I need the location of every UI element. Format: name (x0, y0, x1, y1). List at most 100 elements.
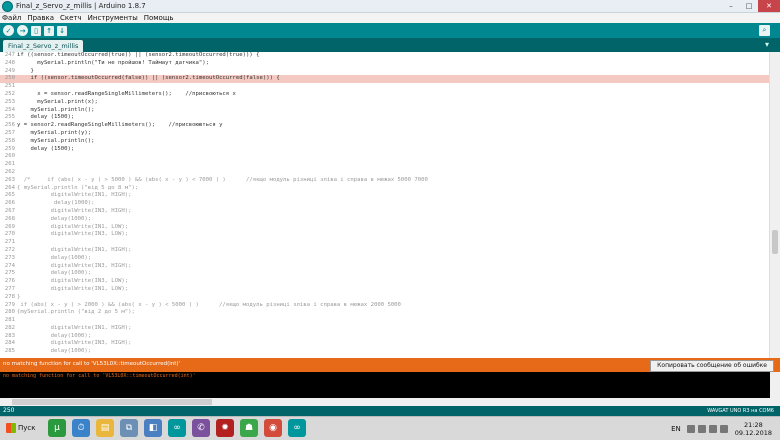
editor-scroll-thumb[interactable] (772, 230, 778, 254)
console-output[interactable]: no matching function for call to 'VL53L0… (0, 372, 770, 398)
code-text: digitalWrite(IN1, HIGH); (17, 324, 132, 331)
tab-sketch[interactable]: Final_z_Servo_z_millis (3, 40, 84, 52)
network-icon[interactable]: ⧉ (120, 419, 138, 437)
arduino-icon[interactable]: ∞ (168, 419, 186, 437)
copy-error-button[interactable]: Копировать сообщение об ошибке (650, 360, 774, 372)
viber-icon[interactable]: ✆ (192, 419, 210, 437)
console-scrollbar[interactable] (770, 372, 780, 398)
board-status: WAVGAT UNO R3 на COM6 (707, 408, 774, 414)
code-line[interactable]: 248 mySerial.println("Ти не пройшов! Тай… (0, 60, 770, 68)
minimize-button[interactable]: – (722, 0, 740, 12)
start-label: Пуск (18, 424, 36, 432)
menu-sketch[interactable]: Скетч (60, 14, 82, 22)
line-number: 278 (4, 293, 15, 300)
code-line[interactable]: 251 (0, 83, 770, 91)
code-line[interactable]: 267 digitalWrite(IN3, HIGH); (0, 208, 770, 216)
editor-scrollbar[interactable] (769, 52, 780, 358)
code-line[interactable]: 263 /* if (abs( x - y ) > 5000 ) && (abs… (0, 177, 770, 185)
flag-icon[interactable] (697, 424, 706, 433)
horizontal-scrollbar[interactable] (0, 398, 780, 406)
clock-time: 21:28 (744, 420, 763, 429)
clock[interactable]: 21:28 09.12.2018 (735, 421, 772, 437)
menu-help[interactable]: Помощь (144, 14, 174, 22)
code-line[interactable]: 257 mySerial.print(y); (0, 130, 770, 138)
code-line[interactable]: 269 digitalWrite(IN1, LOW); (0, 224, 770, 232)
code-line[interactable]: 278} (0, 294, 770, 302)
line-number: 265 (4, 192, 15, 199)
code-line[interactable]: 273 delay(1000); (0, 255, 770, 263)
code-line[interactable]: 259 delay (1500); (0, 146, 770, 154)
code-line[interactable]: 285 delay(1000); (0, 348, 770, 356)
code-line[interactable]: 280 {mySerial.println ("від 2 до 5 м"); (0, 309, 770, 317)
code-text: delay(1000); (17, 254, 92, 261)
horizontal-scroll-thumb[interactable] (12, 399, 212, 405)
language-indicator[interactable]: EN (671, 425, 681, 433)
code-line[interactable]: 266 delay(1000); (0, 200, 770, 208)
code-line[interactable]: 264{ mySerial.println ("від 5 до 8 м"); (0, 185, 770, 193)
line-number: 254 (4, 106, 15, 113)
code-line[interactable]: 256 y = sensor2.readRangeSingleMillimeter… (0, 122, 770, 130)
code-line[interactable]: 260 (0, 153, 770, 161)
close-button[interactable]: ✕ (758, 0, 780, 12)
tray-icon[interactable] (686, 424, 695, 433)
upload-button[interactable]: → (17, 25, 28, 36)
line-number: 275 (4, 270, 15, 277)
utorrent-icon[interactable]: µ (48, 419, 66, 437)
code-line[interactable]: 253 mySerial.print(x); (0, 99, 770, 107)
code-text: mySerial.print(y); (17, 129, 92, 136)
code-line[interactable]: 272 digitalWrite(IN1, HIGH); (0, 247, 770, 255)
clock-icon[interactable]: ⏱ (72, 419, 90, 437)
save-button[interactable]: ↓ (57, 25, 67, 36)
code-line[interactable]: 250 if ((sensor.timeoutOccurred(false)) … (0, 75, 770, 84)
chrome-icon[interactable]: ◉ (264, 419, 282, 437)
start-button[interactable]: Пуск (2, 420, 39, 436)
code-line[interactable]: 276 digitalWrite(IN3, LOW); (0, 278, 770, 286)
code-text: digitalWrite(IN3, HIGH); (17, 340, 132, 347)
code-line[interactable]: 281 (0, 317, 770, 325)
code-line[interactable]: 261 (0, 161, 770, 169)
code-line[interactable]: 254 mySerial.println(); (0, 107, 770, 115)
network-tray-icon[interactable] (719, 424, 728, 433)
code-text: delay (1500); (17, 145, 75, 152)
android-icon[interactable]: ☗ (240, 419, 258, 437)
serial-monitor-button[interactable]: ⌕ (759, 25, 770, 36)
code-line[interactable]: 274 digitalWrite(IN3, HIGH); (0, 263, 770, 271)
code-line[interactable]: 283 delay(1000); (0, 333, 770, 341)
code-line[interactable]: 284 digitalWrite(IN3, HIGH); (0, 340, 770, 348)
new-button[interactable]: ▯ (31, 25, 41, 36)
code-editor[interactable]: 247 if ((sensor.timeoutOccurred(true)) ||… (0, 52, 770, 358)
code-line[interactable]: 275 delay(1000); (0, 270, 770, 278)
code-line[interactable]: 247 if ((sensor.timeoutOccurred(true)) ||… (0, 52, 770, 60)
code-line[interactable]: 255 delay (1500); (0, 114, 770, 122)
maximize-button[interactable]: □ (740, 0, 758, 12)
code-line[interactable]: 268 delay(1000); (0, 216, 770, 224)
open-button[interactable]: ↑ (44, 25, 54, 36)
menu-file[interactable]: Файл (2, 14, 21, 22)
menu-tools[interactable]: Инструменты (88, 14, 138, 22)
code-line[interactable]: 270 digitalWrite(IN3, LOW); (0, 231, 770, 239)
volume-icon[interactable] (708, 424, 717, 433)
code-line[interactable]: 271 (0, 239, 770, 247)
code-text: digitalWrite(IN3, HIGH); (17, 207, 132, 214)
bug-icon[interactable]: ✹ (216, 419, 234, 437)
code-line[interactable]: 262 (0, 169, 770, 177)
arduino2-icon[interactable]: ∞ (288, 419, 306, 437)
tools-icon[interactable]: ◧ (144, 419, 162, 437)
code-text: mySerial.print(x); (17, 98, 98, 105)
code-line[interactable]: 258 mySerial.println(); (0, 138, 770, 146)
tab-menu-icon[interactable]: ▾ (765, 40, 775, 50)
code-line[interactable]: 249 } (0, 68, 770, 76)
line-number: 250 (4, 75, 15, 82)
line-number: 284 (4, 340, 15, 347)
code-line[interactable]: 265 digitalWrite(IN1, HIGH); (0, 192, 770, 200)
folder-icon[interactable]: ▤ (96, 419, 114, 437)
code-line[interactable]: 282 digitalWrite(IN1, HIGH); (0, 325, 770, 333)
menu-edit[interactable]: Правка (27, 14, 54, 22)
verify-button[interactable]: ✓ (3, 25, 14, 36)
code-line[interactable]: 277 digitalWrite(IN1, LOW); (0, 286, 770, 294)
code-line[interactable]: 252 x = sensor.readRangeSingleMillimeter… (0, 91, 770, 99)
window-title: Final_z_Servo_z_millis | Arduino 1.8.7 (16, 2, 146, 10)
line-number: 269 (4, 223, 15, 230)
code-line[interactable]: 279 if (abs( x - y ) > 2000 ) && (abs( x… (0, 302, 770, 310)
line-number: 264 (4, 184, 15, 191)
